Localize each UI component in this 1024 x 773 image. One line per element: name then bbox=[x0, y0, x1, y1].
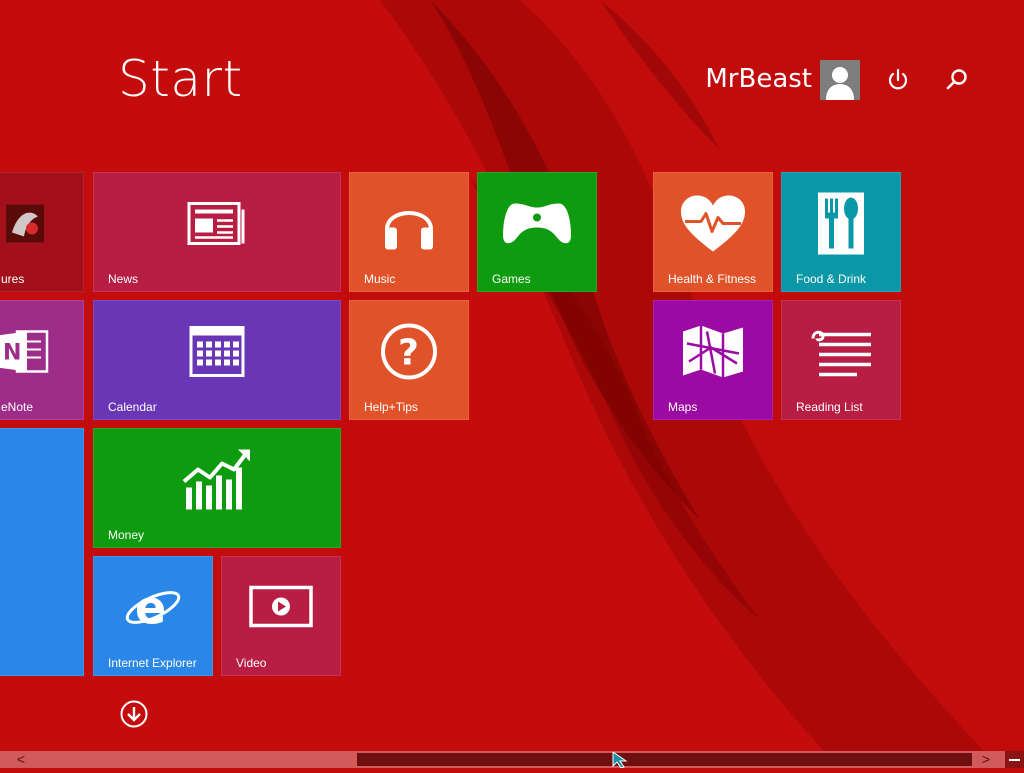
tile-food-drink[interactable]: Food & Drink bbox=[781, 172, 901, 292]
tile-label: Internet Explorer bbox=[108, 656, 197, 670]
scroll-thumb[interactable] bbox=[357, 753, 972, 766]
game-controller-icon bbox=[501, 200, 573, 253]
heart-pulse-icon bbox=[679, 194, 747, 259]
tile-pictures[interactable]: ures bbox=[0, 172, 84, 292]
tile-label: Money bbox=[108, 528, 145, 542]
tile-desktop[interactable] bbox=[0, 428, 84, 676]
money-chart-icon bbox=[182, 448, 252, 517]
power-icon[interactable] bbox=[884, 66, 912, 94]
pictures-icon bbox=[4, 203, 46, 250]
svg-text:e: e bbox=[135, 581, 166, 635]
start-title: Start bbox=[118, 50, 243, 108]
mouse-cursor-icon bbox=[612, 751, 634, 773]
tile-onenote[interactable]: N eNote bbox=[0, 300, 84, 420]
tile-label: Food & Drink bbox=[796, 272, 867, 286]
tile-internet-explorer[interactable]: e Internet Explorer bbox=[93, 556, 213, 676]
headphones-icon bbox=[379, 194, 439, 259]
tile-label: Calendar bbox=[108, 400, 157, 414]
svg-text:?: ? bbox=[398, 333, 419, 374]
reading-list-icon bbox=[809, 327, 873, 382]
tile-help-tips[interactable]: ? Help+Tips bbox=[349, 300, 469, 420]
tile-label: ures bbox=[1, 272, 25, 286]
tile-label: eNote bbox=[1, 400, 34, 414]
zoom-out-button[interactable] bbox=[1005, 751, 1024, 768]
map-icon bbox=[681, 324, 745, 385]
tile-maps[interactable]: Maps bbox=[653, 300, 773, 420]
tile-money[interactable]: Money bbox=[93, 428, 341, 548]
tile-label: Games bbox=[492, 272, 531, 286]
down-arrow-circle-icon[interactable] bbox=[120, 700, 148, 728]
tile-reading-list[interactable]: Reading List bbox=[781, 300, 901, 420]
tile-video[interactable]: Video bbox=[221, 556, 341, 676]
tile-label: Maps bbox=[668, 400, 698, 414]
video-icon bbox=[249, 585, 313, 635]
tile-label: Music bbox=[364, 272, 396, 286]
svg-text:N: N bbox=[3, 341, 21, 366]
tile-label: Video bbox=[236, 656, 267, 670]
help-question-icon: ? bbox=[379, 322, 439, 387]
tile-health-fitness[interactable]: Health & Fitness bbox=[653, 172, 773, 292]
tile-label: Health & Fitness bbox=[668, 272, 757, 286]
horizontal-scrollbar[interactable]: < > bbox=[0, 751, 1024, 768]
tile-calendar[interactable]: Calendar bbox=[93, 300, 341, 420]
scroll-right-button[interactable]: > bbox=[977, 751, 995, 768]
calendar-icon bbox=[189, 326, 245, 383]
tile-label: Reading List bbox=[796, 400, 863, 414]
onenote-icon: N bbox=[0, 322, 53, 387]
tile-music[interactable]: Music bbox=[349, 172, 469, 292]
scroll-left-button[interactable]: < bbox=[12, 751, 30, 768]
search-icon[interactable] bbox=[943, 66, 971, 94]
internet-explorer-icon: e bbox=[123, 580, 183, 641]
minus-icon bbox=[1009, 759, 1020, 761]
news-icon bbox=[187, 200, 247, 253]
tile-news[interactable]: News bbox=[93, 172, 341, 292]
tile-games[interactable]: Games bbox=[477, 172, 597, 292]
tile-label: Help+Tips bbox=[364, 400, 418, 414]
fork-spoon-icon bbox=[816, 191, 866, 262]
user-avatar-icon[interactable] bbox=[820, 60, 860, 100]
tile-label: News bbox=[108, 272, 139, 286]
user-name[interactable]: MrBeast bbox=[705, 64, 812, 94]
